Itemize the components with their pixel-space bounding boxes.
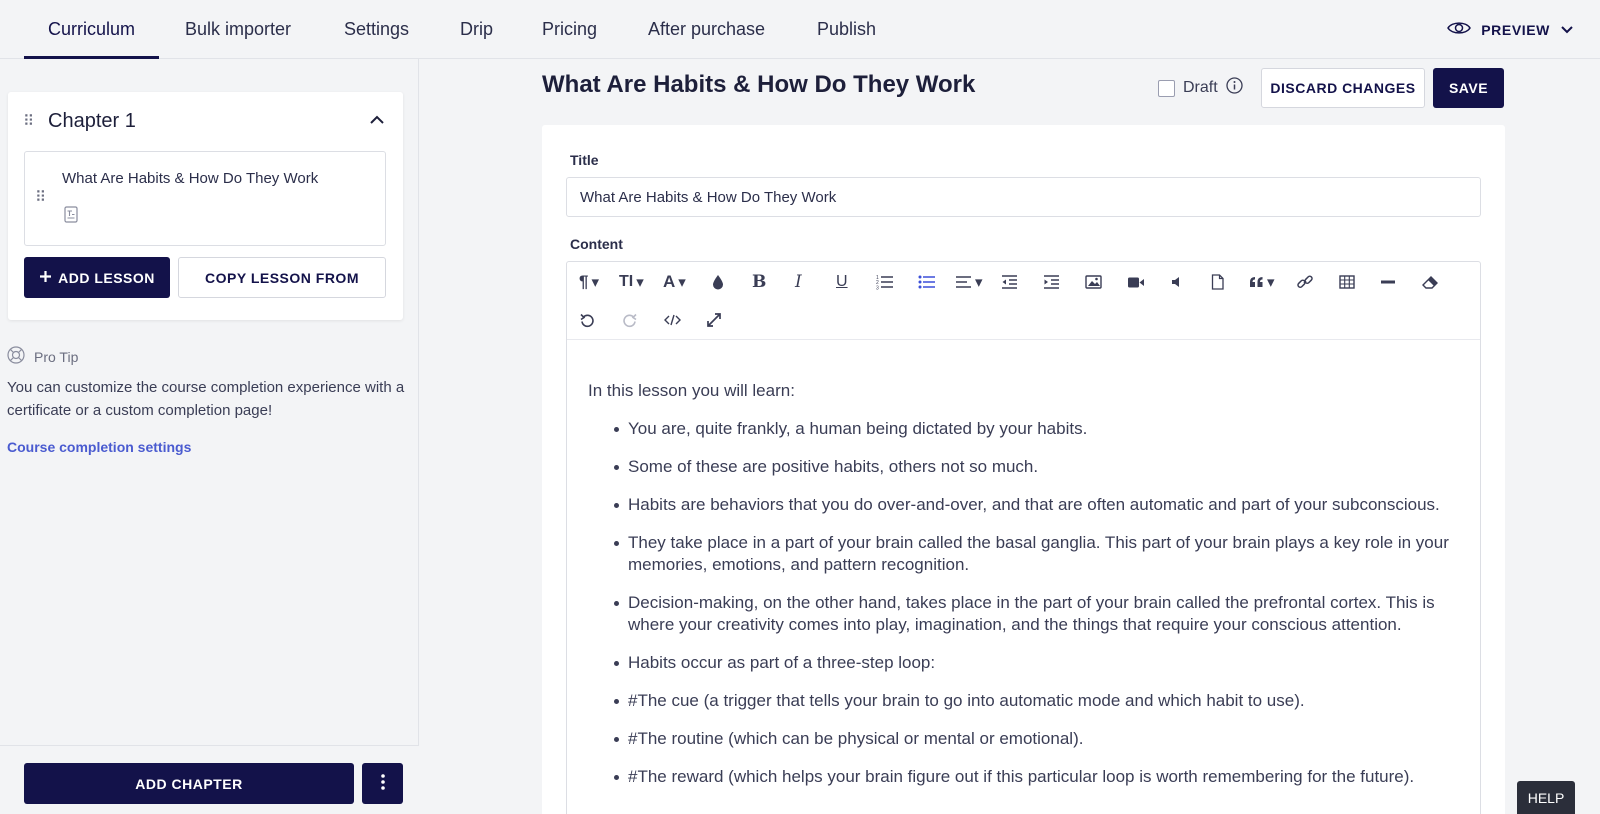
- curriculum-sidebar: ⠿ Chapter 1 ⠿ What Are Habits & How Do T…: [0, 59, 419, 814]
- pro-tip-header: Pro Tip: [7, 346, 78, 367]
- pro-tip-text: You can customize the course completion …: [7, 379, 405, 419]
- clear-formatting-icon[interactable]: [1422, 271, 1440, 293]
- list-item: #The reward (which helps your brain figu…: [614, 766, 1468, 788]
- underline-icon[interactable]: U: [836, 271, 848, 293]
- add-chapter-button[interactable]: ADD CHAPTER: [24, 763, 354, 804]
- text-lesson-icon: [64, 206, 78, 228]
- content-intro: In this lesson you will learn:: [588, 381, 795, 400]
- chapter-card: ⠿ Chapter 1 ⠿ What Are Habits & How Do T…: [8, 92, 403, 320]
- indent-icon[interactable]: [1043, 271, 1060, 293]
- top-nav: Curriculum Bulk importer Settings Drip P…: [0, 0, 1600, 59]
- unordered-list-icon[interactable]: [918, 271, 936, 293]
- content-bullet-list: You are, quite frankly, a human being di…: [588, 418, 1468, 788]
- add-lesson-button[interactable]: ADD LESSON: [24, 257, 170, 298]
- help-button[interactable]: HELP: [1517, 781, 1575, 814]
- list-item: Some of these are positive habits, other…: [614, 456, 1468, 478]
- list-item: You are, quite frankly, a human being di…: [614, 418, 1468, 440]
- list-item: #The routine (which can be physical or m…: [614, 728, 1468, 750]
- quote-icon[interactable]: ▾: [1249, 271, 1275, 293]
- chevron-up-icon[interactable]: [369, 112, 385, 130]
- list-item: They take place in a part of your brain …: [614, 532, 1468, 576]
- lesson-title: What Are Habits & How Do They Work: [62, 170, 319, 187]
- list-item: #The cue (a trigger that tells your brai…: [614, 690, 1468, 712]
- bold-icon[interactable]: B: [752, 271, 766, 293]
- audio-icon[interactable]: [1170, 271, 1184, 293]
- font-family-icon[interactable]: A ▾: [663, 271, 686, 293]
- editor-toolbar: ¶ ▾ TI ▾ A ▾ B I U 123 ▾ ▾: [567, 262, 1480, 340]
- list-item: Habits are behaviors that you do over-an…: [614, 494, 1468, 516]
- drag-handle-icon[interactable]: ⠿: [35, 190, 46, 205]
- link-icon[interactable]: [1297, 271, 1313, 293]
- table-icon[interactable]: [1339, 271, 1355, 293]
- code-view-icon[interactable]: [664, 309, 681, 331]
- preview-label: PREVIEW: [1481, 21, 1550, 38]
- save-button[interactable]: SAVE: [1433, 68, 1504, 108]
- lesson-form: Title Content ¶▾ TI▾ A▾ B I U 123: [542, 125, 1505, 814]
- preview-button[interactable]: PREVIEW: [1447, 0, 1574, 59]
- eye-icon: [1447, 20, 1472, 39]
- italic-icon[interactable]: I: [795, 271, 802, 293]
- draft-label: Draft: [1183, 79, 1218, 96]
- add-lesson-label: ADD LESSON: [58, 269, 155, 286]
- copy-lesson-from-button[interactable]: COPY LESSON FROM: [178, 257, 386, 298]
- ordered-list-icon[interactable]: 123: [876, 271, 894, 293]
- font-size-icon[interactable]: TI ▾: [619, 271, 644, 293]
- lesson-item[interactable]: ⠿ What Are Habits & How Do They Work: [24, 151, 386, 246]
- tab-curriculum[interactable]: Curriculum: [24, 0, 160, 59]
- rich-text-editor: ¶ ▾ TI ▾ A ▾ B I U 123 ▾ ▾ In this lesso…: [566, 261, 1481, 814]
- draft-checkbox[interactable]: [1158, 79, 1175, 97]
- fullscreen-icon[interactable]: [707, 309, 721, 331]
- tab-publish[interactable]: Publish: [793, 0, 900, 59]
- tab-bulk-importer[interactable]: Bulk importer: [161, 0, 315, 59]
- list-item: Decision-making, on the other hand, take…: [614, 592, 1468, 636]
- draft-toggle: Draft: [1158, 77, 1243, 99]
- info-icon[interactable]: [1226, 77, 1243, 99]
- outdent-icon[interactable]: [1001, 271, 1018, 293]
- title-input[interactable]: [566, 177, 1481, 217]
- kebab-icon: [380, 774, 385, 793]
- sidebar-footer: ADD CHAPTER: [0, 745, 419, 814]
- tab-after-purchase[interactable]: After purchase: [624, 0, 789, 59]
- svg-text:3: 3: [876, 286, 879, 291]
- pro-tip-label: Pro Tip: [34, 348, 79, 365]
- undo-icon[interactable]: [580, 309, 595, 331]
- chapter-title[interactable]: Chapter 1: [48, 110, 136, 133]
- chevron-down-icon: [1560, 22, 1574, 38]
- file-icon[interactable]: [1211, 271, 1224, 293]
- image-icon[interactable]: [1085, 271, 1102, 293]
- lesson-editor-area: What Are Habits & How Do They Work Draft…: [420, 59, 1600, 814]
- discard-changes-button[interactable]: DISCARD CHANGES: [1261, 68, 1425, 108]
- more-options-button[interactable]: [362, 763, 403, 804]
- editor-content[interactable]: In this lesson you will learn: You are, …: [588, 380, 1468, 804]
- tab-pricing[interactable]: Pricing: [518, 0, 621, 59]
- tab-settings[interactable]: Settings: [320, 0, 433, 59]
- lifebuoy-icon: [7, 346, 25, 367]
- video-icon[interactable]: [1127, 271, 1145, 293]
- align-icon[interactable]: ▾: [955, 271, 983, 293]
- redo-icon[interactable]: [622, 309, 637, 331]
- page-title: What Are Habits & How Do They Work: [542, 71, 976, 98]
- paragraph-format-icon[interactable]: ¶ ▾: [579, 271, 599, 293]
- plus-icon: [39, 270, 52, 286]
- text-color-icon[interactable]: [712, 271, 724, 293]
- content-label: Content: [570, 236, 623, 252]
- tab-drip[interactable]: Drip: [436, 0, 517, 59]
- title-label: Title: [570, 152, 599, 168]
- course-completion-settings-link[interactable]: Course completion settings: [7, 439, 191, 455]
- drag-handle-icon[interactable]: ⠿: [23, 114, 34, 129]
- horizontal-line-icon[interactable]: [1381, 271, 1395, 293]
- list-item: Habits occur as part of a three-step loo…: [614, 652, 1468, 674]
